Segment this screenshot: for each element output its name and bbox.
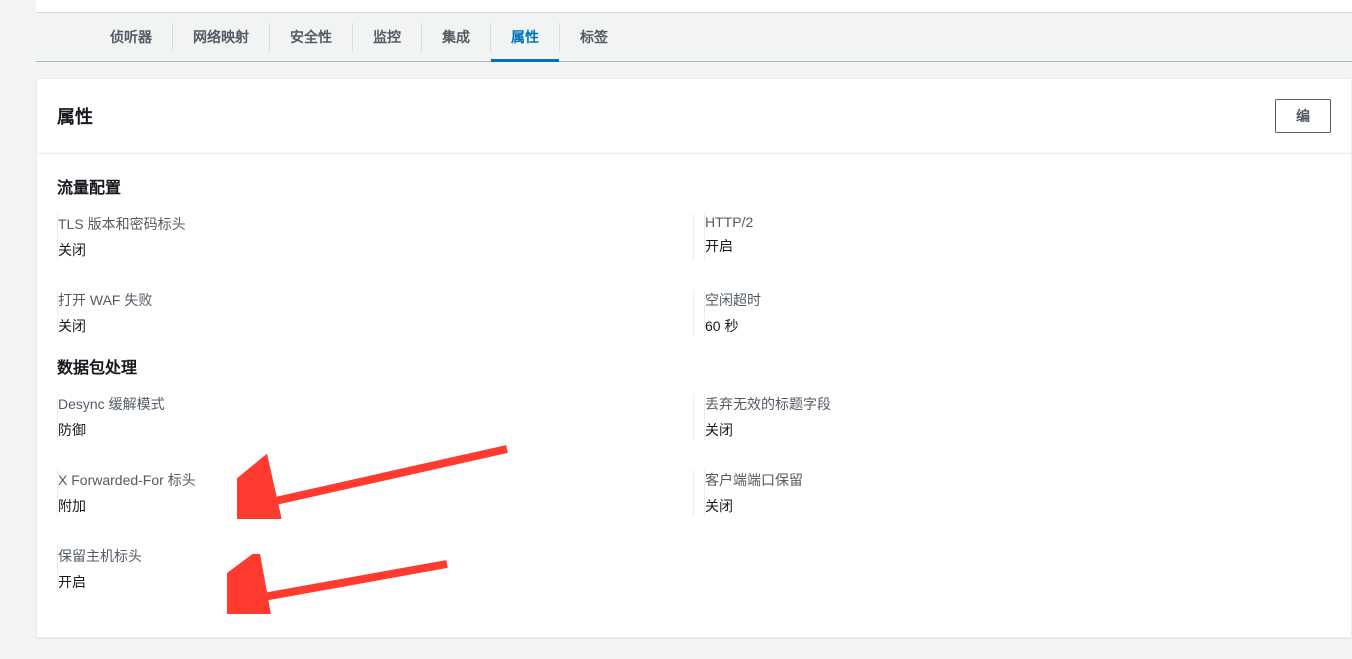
tab-label: 监控 [373,29,401,45]
tab-security[interactable]: 安全性 [270,23,353,51]
field-client-port: 客户端端口保留 关闭 [704,470,1331,516]
field-value: 关闭 [58,316,684,336]
tab-listeners[interactable]: 侦听器 [90,23,173,51]
tab-label: 网络映射 [193,29,249,45]
field-desync: Desync 缓解模式 防御 [57,394,684,440]
field-value: 附加 [58,496,684,516]
section-title-packet: 数据包处理 [57,354,1331,378]
packet-grid: Desync 缓解模式 防御 丢弃无效的标题字段 关闭 X Forwarded-… [57,394,1331,592]
tab-label: 安全性 [290,29,332,45]
edit-button[interactable]: 编 [1275,99,1331,133]
field-value: 关闭 [705,496,1331,516]
edit-button-label: 编 [1296,108,1310,124]
panel-title: 属性 [57,103,93,129]
field-waf-fail: 打开 WAF 失败 关闭 [57,290,684,336]
field-label: 客户端端口保留 [705,470,1331,490]
field-label: Desync 缓解模式 [58,394,684,414]
field-http2: HTTP/2 开启 [704,214,1331,260]
field-label: 空闲超时 [705,290,1331,310]
field-value: 关闭 [705,420,1331,440]
field-label: X Forwarded-For 标头 [58,470,684,490]
tab-label: 属性 [511,29,539,45]
field-drop-invalid: 丢弃无效的标题字段 关闭 [704,394,1331,440]
field-value: 开启 [58,572,684,592]
field-value: 60 秒 [705,316,1331,336]
top-bar [36,0,1352,13]
field-label: 丢弃无效的标题字段 [705,394,1331,414]
field-preserve-host: 保留主机标头 开启 [57,546,684,592]
tab-label: 侦听器 [110,29,152,45]
tab-integration[interactable]: 集成 [422,23,491,51]
field-value: 开启 [705,236,1331,256]
tab-attributes[interactable]: 属性 [491,23,560,51]
tab-label: 集成 [442,29,470,45]
tab-network-mapping[interactable]: 网络映射 [173,23,270,51]
tab-tags[interactable]: 标签 [560,23,628,51]
field-x-forwarded-for: X Forwarded-For 标头 附加 [57,470,684,516]
traffic-grid: TLS 版本和密码标头 关闭 HTTP/2 开启 打开 WAF 失败 关闭 空闲… [57,214,1331,336]
field-label: 打开 WAF 失败 [58,290,684,310]
field-value: 关闭 [58,240,684,260]
section-title-traffic: 流量配置 [57,174,1331,198]
field-label: TLS 版本和密码标头 [58,214,684,234]
field-tls: TLS 版本和密码标头 关闭 [57,214,684,260]
tab-monitoring[interactable]: 监控 [353,23,422,51]
tab-bar: 侦听器 网络映射 安全性 监控 集成 属性 标签 [36,13,1352,61]
panel-header: 属性 编 [37,79,1351,154]
panel-body: 流量配置 TLS 版本和密码标头 关闭 HTTP/2 开启 打开 WAF 失败 … [37,154,1351,630]
field-label: 保留主机标头 [58,546,684,566]
tab-label: 标签 [580,29,608,45]
field-value: 防御 [58,420,684,440]
field-label: HTTP/2 [705,214,1331,230]
field-idle-timeout: 空闲超时 60 秒 [704,290,1331,336]
attributes-panel: 属性 编 流量配置 TLS 版本和密码标头 关闭 HTTP/2 开启 打开 WA… [36,78,1352,638]
